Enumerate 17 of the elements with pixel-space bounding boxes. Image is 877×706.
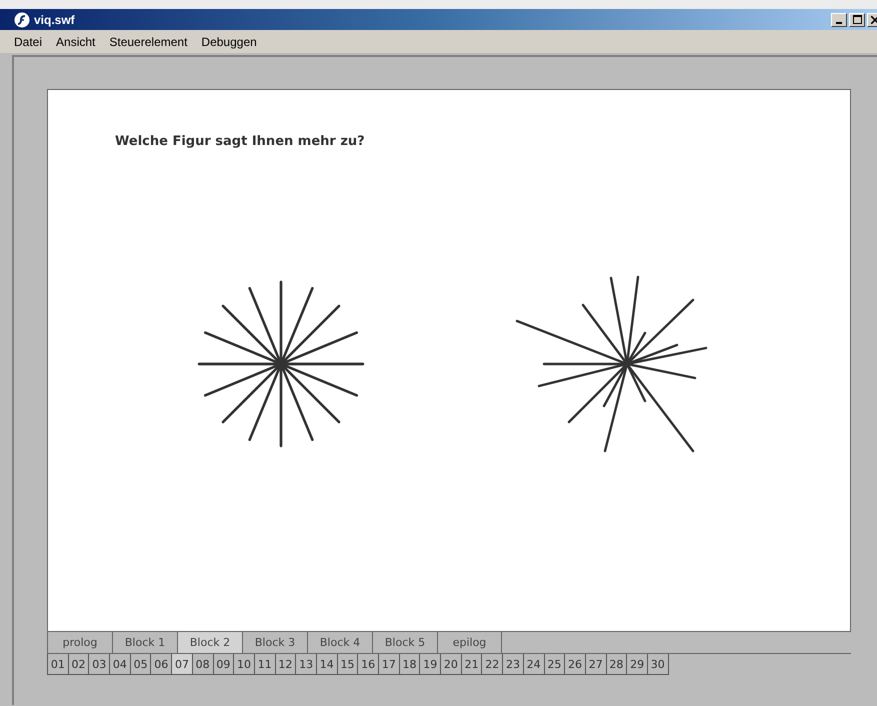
page-tab[interactable]: 30 <box>646 654 669 675</box>
minimize-icon <box>836 22 842 24</box>
window-title: viq.swf <box>34 12 75 26</box>
block-tab[interactable]: Block 2 <box>177 632 242 653</box>
question-text: Welche Figur sagt Ihnen mehr zu? <box>115 134 366 149</box>
menu-item[interactable]: Debuggen <box>199 34 259 48</box>
symmetric-star-drawing[interactable] <box>196 279 366 449</box>
close-icon <box>871 16 877 24</box>
page-tab[interactable]: 01 <box>47 654 69 675</box>
minimize-button[interactable] <box>831 12 847 26</box>
maximize-button[interactable] <box>849 12 865 26</box>
block-tab[interactable]: epilog <box>437 632 502 653</box>
maximize-icon <box>852 15 862 24</box>
menu-item[interactable]: Datei <box>12 34 44 48</box>
menu-item[interactable]: Ansicht <box>54 34 98 48</box>
menu-item[interactable]: Steuerelement <box>107 34 190 48</box>
page-tab[interactable]: 07 <box>171 654 193 675</box>
